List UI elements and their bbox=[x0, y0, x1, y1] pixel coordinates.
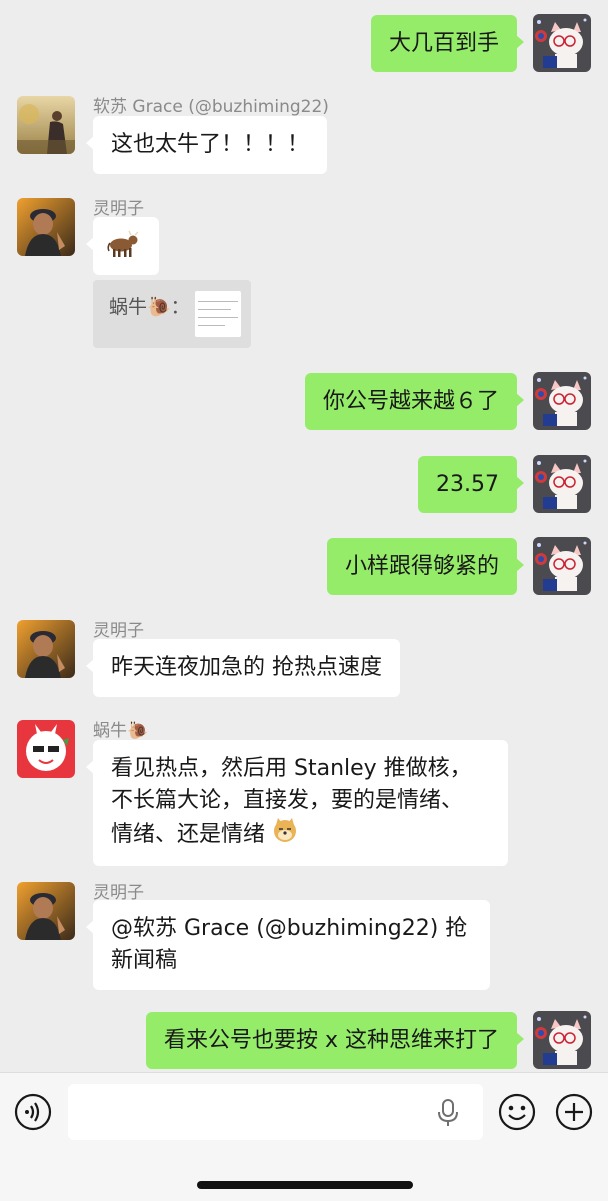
quote-text: 蜗牛🐌： bbox=[109, 296, 190, 318]
message-bubble[interactable]: 这也太牛了！！！！ bbox=[85, 116, 328, 174]
home-indicator bbox=[197, 1181, 413, 1189]
message-text: 小样跟得够紧的 bbox=[344, 554, 499, 579]
sender-name: 灵明子 bbox=[93, 621, 144, 641]
message-incoming: 灵明子 蜗牛🐌： bbox=[0, 194, 608, 354]
message-bubble[interactable]: 看见热点，然后用 Stanley 推做核， 不长篇大论，直接发，要的是情绪、 情… bbox=[86, 740, 508, 866]
cow-icon bbox=[107, 229, 139, 269]
message-text-line: 不长篇大论，直接发，要的是情绪、 bbox=[111, 788, 464, 813]
avatar-grace[interactable] bbox=[17, 96, 75, 154]
my-avatar[interactable] bbox=[533, 372, 591, 430]
my-avatar[interactable] bbox=[533, 14, 591, 72]
my-avatar[interactable] bbox=[533, 1011, 591, 1069]
message-text-line-wrap: 情绪、还是情绪 bbox=[111, 817, 490, 853]
quote-thumbnail bbox=[195, 291, 241, 337]
message-incoming: 灵明子 @软苏 Grace (@buzhiming22) 抢 新闻稿 bbox=[0, 878, 608, 993]
message-text-line: @软苏 Grace (@buzhiming22) 抢 bbox=[111, 916, 468, 941]
message-outgoing: 小样跟得够紧的 bbox=[0, 537, 608, 597]
avatar-woniu[interactable] bbox=[17, 720, 75, 778]
message-bubble[interactable]: @软苏 Grace (@buzhiming22) 抢 新闻稿 bbox=[86, 900, 490, 990]
message-text-line: 新闻稿 bbox=[111, 948, 178, 973]
microphone-icon[interactable] bbox=[435, 1099, 461, 1127]
message-bubble[interactable]: 23.57 bbox=[418, 456, 524, 513]
message-text: 23.57 bbox=[436, 472, 499, 497]
message-text: 这也太牛了！！！！ bbox=[111, 132, 310, 157]
message-outgoing: 23.57 bbox=[0, 455, 608, 515]
avatar-lingmingzi[interactable] bbox=[17, 198, 75, 256]
doge-icon bbox=[272, 817, 298, 853]
message-text-line: 看见热点，然后用 Stanley 推做核， bbox=[111, 756, 472, 781]
message-text: 大几百到手 bbox=[388, 31, 499, 56]
my-avatar[interactable] bbox=[533, 537, 591, 595]
message-outgoing: 你公号越来越６了 bbox=[0, 372, 608, 432]
message-bubble[interactable] bbox=[86, 217, 159, 275]
plus-icon[interactable] bbox=[555, 1093, 593, 1131]
chat-messages[interactable]: 大几百到手 软苏 Grace (@buzhiming22) 这也太牛了！！！！ … bbox=[0, 0, 608, 1072]
sender-name: 灵明子 bbox=[93, 199, 144, 219]
message-outgoing: 看来公号也要按 x 这种思维来打了 bbox=[0, 1011, 608, 1071]
message-bubble[interactable]: 昨天连夜加急的 抢热点速度 bbox=[86, 639, 400, 697]
message-incoming: 蜗牛🐌 看见热点，然后用 Stanley 推做核， 不长篇大论，直接发，要的是情… bbox=[0, 716, 608, 866]
message-input[interactable] bbox=[68, 1084, 483, 1140]
sender-name: 软苏 Grace (@buzhiming22) bbox=[93, 97, 329, 117]
message-text: 昨天连夜加急的 抢热点速度 bbox=[111, 655, 382, 680]
sender-name: 蜗牛🐌 bbox=[93, 721, 149, 741]
message-bubble[interactable]: 小样跟得够紧的 bbox=[326, 538, 525, 595]
my-avatar[interactable] bbox=[533, 455, 591, 513]
voice-icon[interactable] bbox=[14, 1093, 52, 1131]
message-incoming: 灵明子 昨天连夜加急的 抢热点速度 bbox=[0, 616, 608, 706]
quoted-message[interactable]: 蜗牛🐌： bbox=[93, 280, 251, 348]
message-text: 你公号越来越６了 bbox=[322, 389, 499, 414]
message-bubble[interactable]: 看来公号也要按 x 这种思维来打了 bbox=[145, 1012, 525, 1069]
message-text-line: 情绪、还是情绪 bbox=[111, 822, 266, 847]
message-incoming: 软苏 Grace (@buzhiming22) 这也太牛了！！！！ bbox=[0, 92, 608, 182]
message-text: 看来公号也要按 x 这种思维来打了 bbox=[163, 1028, 499, 1053]
avatar-lingmingzi[interactable] bbox=[17, 882, 75, 940]
message-bubble[interactable]: 你公号越来越６了 bbox=[304, 373, 525, 430]
input-bar bbox=[0, 1072, 608, 1201]
message-outgoing: 大几百到手 bbox=[0, 14, 608, 74]
emoji-icon[interactable] bbox=[498, 1093, 536, 1131]
message-bubble[interactable]: 大几百到手 bbox=[370, 15, 525, 72]
avatar-lingmingzi[interactable] bbox=[17, 620, 75, 678]
